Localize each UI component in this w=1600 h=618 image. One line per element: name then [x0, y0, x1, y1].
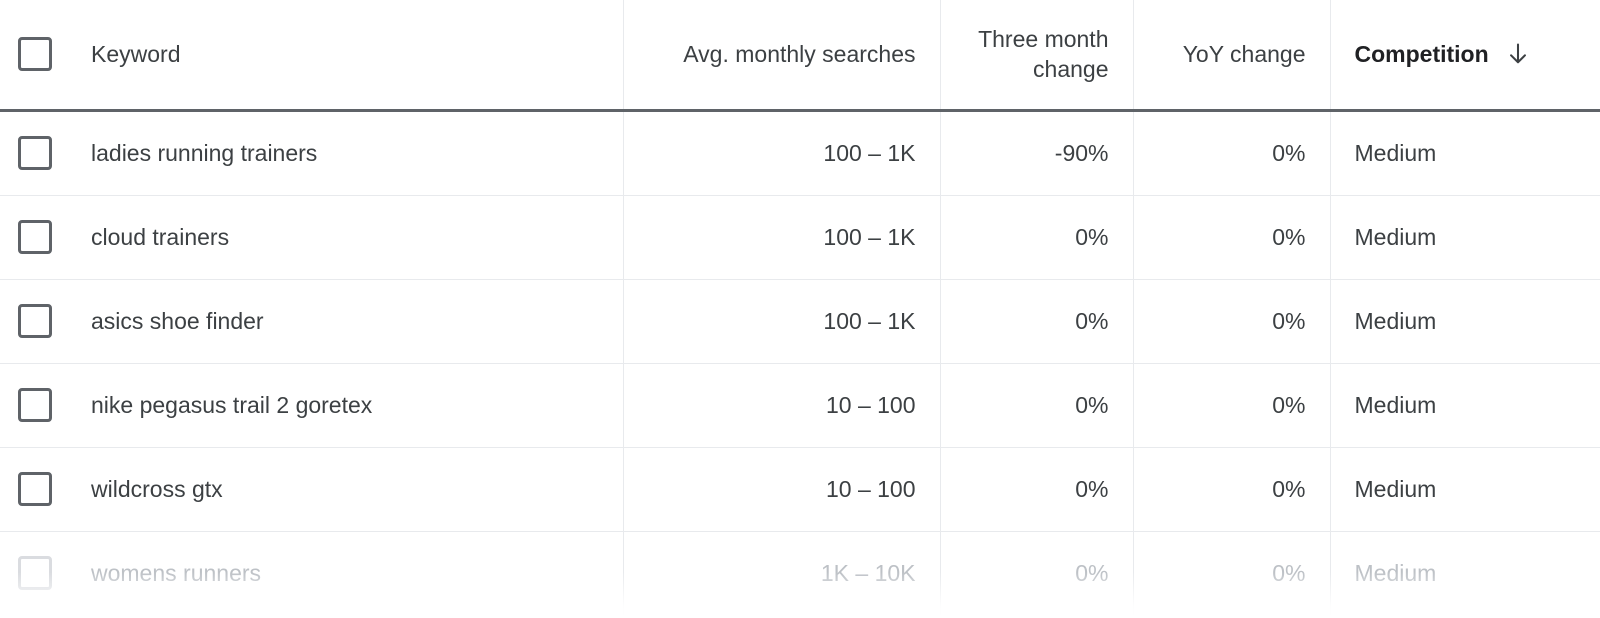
- table-body: ladies running trainers 100 – 1K -90% 0%…: [0, 110, 1600, 615]
- cell-three-month-change-value: 0%: [1075, 475, 1108, 503]
- column-header-keyword-label: Keyword: [91, 40, 180, 68]
- cell-yoy-change-value: 0%: [1272, 391, 1305, 419]
- cell-competition: Medium: [1330, 195, 1600, 279]
- table-row[interactable]: ladies running trainers 100 – 1K -90% 0%…: [0, 110, 1600, 195]
- cell-yoy-change-value: 0%: [1272, 223, 1305, 251]
- cell-keyword: cloud trainers: [0, 195, 623, 279]
- cell-avg-monthly-searches-value: 100 – 1K: [823, 307, 915, 335]
- cell-yoy-change: 0%: [1133, 531, 1330, 615]
- cell-keyword: asics shoe finder: [0, 279, 623, 363]
- cell-competition: Medium: [1330, 531, 1600, 615]
- cell-keyword-label: womens runners: [91, 559, 261, 587]
- keyword-results-table: Keyword Avg. monthly searches Three mont…: [0, 0, 1600, 616]
- table-row[interactable]: asics shoe finder 100 – 1K 0% 0% Medium: [0, 279, 1600, 363]
- cell-avg-monthly-searches-value: 100 – 1K: [823, 223, 915, 251]
- cell-avg-monthly-searches-value: 100 – 1K: [823, 139, 915, 167]
- column-header-competition[interactable]: Competition: [1330, 0, 1600, 110]
- cell-keyword-label: wildcross gtx: [91, 475, 223, 503]
- cell-yoy-change-value: 0%: [1272, 559, 1305, 587]
- cell-competition: Medium: [1330, 279, 1600, 363]
- cell-three-month-change: 0%: [940, 447, 1133, 531]
- column-header-yoy-change[interactable]: YoY change: [1133, 0, 1330, 110]
- table-row[interactable]: wildcross gtx 10 – 100 0% 0% Medium: [0, 447, 1600, 531]
- cell-avg-monthly-searches: 10 – 100: [623, 447, 940, 531]
- row-select-checkbox[interactable]: [18, 472, 52, 506]
- cell-three-month-change-value: 0%: [1075, 223, 1108, 251]
- cell-three-month-change-value: -90%: [1055, 139, 1109, 167]
- column-header-three-month-change-line2: change: [1033, 56, 1108, 82]
- cell-competition-value: Medium: [1355, 139, 1437, 167]
- cell-keyword: wildcross gtx: [0, 447, 623, 531]
- cell-yoy-change: 0%: [1133, 195, 1330, 279]
- cell-yoy-change-value: 0%: [1272, 475, 1305, 503]
- cell-three-month-change-value: 0%: [1075, 307, 1108, 335]
- arrow-downward-icon[interactable]: [1503, 39, 1533, 69]
- cell-yoy-change-value: 0%: [1272, 307, 1305, 335]
- column-header-keyword[interactable]: Keyword: [0, 0, 623, 110]
- cell-keyword: womens runners: [0, 531, 623, 615]
- row-select-checkbox[interactable]: [18, 136, 52, 170]
- cell-keyword: nike pegasus trail 2 goretex: [0, 363, 623, 447]
- cell-avg-monthly-searches: 100 – 1K: [623, 279, 940, 363]
- cell-competition-value: Medium: [1355, 307, 1437, 335]
- cell-three-month-change: 0%: [940, 531, 1133, 615]
- row-select-checkbox[interactable]: [18, 556, 52, 590]
- cell-yoy-change: 0%: [1133, 363, 1330, 447]
- cell-competition: Medium: [1330, 447, 1600, 531]
- cell-keyword-label: ladies running trainers: [91, 139, 317, 167]
- keyword-table-panel: Keyword Avg. monthly searches Three mont…: [0, 0, 1600, 618]
- cell-avg-monthly-searches-value: 1K – 10K: [821, 559, 916, 587]
- table-row[interactable]: nike pegasus trail 2 goretex 10 – 100 0%…: [0, 363, 1600, 447]
- column-header-avg-monthly-searches[interactable]: Avg. monthly searches: [623, 0, 940, 110]
- cell-three-month-change: -90%: [940, 110, 1133, 195]
- cell-three-month-change-value: 0%: [1075, 391, 1108, 419]
- cell-avg-monthly-searches-value: 10 – 100: [826, 475, 916, 503]
- cell-competition-value: Medium: [1355, 559, 1437, 587]
- cell-avg-monthly-searches: 10 – 100: [623, 363, 940, 447]
- column-header-yoy-change-label: YoY change: [1183, 40, 1306, 68]
- column-header-competition-label: Competition: [1355, 40, 1489, 68]
- cell-competition: Medium: [1330, 363, 1600, 447]
- table-header-row: Keyword Avg. monthly searches Three mont…: [0, 0, 1600, 110]
- row-select-checkbox[interactable]: [18, 220, 52, 254]
- column-header-three-month-change-label: Three month change: [965, 24, 1109, 84]
- column-header-avg-monthly-searches-label: Avg. monthly searches: [683, 40, 915, 68]
- cell-three-month-change: 0%: [940, 279, 1133, 363]
- table-row[interactable]: womens runners 1K – 10K 0% 0% Medium: [0, 531, 1600, 615]
- cell-keyword-label: cloud trainers: [91, 223, 229, 251]
- row-select-checkbox[interactable]: [18, 388, 52, 422]
- cell-three-month-change-value: 0%: [1075, 559, 1108, 587]
- cell-yoy-change: 0%: [1133, 110, 1330, 195]
- cell-yoy-change: 0%: [1133, 279, 1330, 363]
- table-row[interactable]: cloud trainers 100 – 1K 0% 0% Medium: [0, 195, 1600, 279]
- column-header-three-month-change[interactable]: Three month change: [940, 0, 1133, 110]
- cell-avg-monthly-searches-value: 10 – 100: [826, 391, 916, 419]
- cell-avg-monthly-searches: 1K – 10K: [623, 531, 940, 615]
- cell-keyword-label: nike pegasus trail 2 goretex: [91, 391, 372, 419]
- cell-competition-value: Medium: [1355, 223, 1437, 251]
- cell-competition-value: Medium: [1355, 391, 1437, 419]
- column-header-three-month-change-line1: Three month: [978, 26, 1108, 52]
- cell-avg-monthly-searches: 100 – 1K: [623, 110, 940, 195]
- cell-yoy-change-value: 0%: [1272, 139, 1305, 167]
- table-header: Keyword Avg. monthly searches Three mont…: [0, 0, 1600, 110]
- cell-keyword: ladies running trainers: [0, 110, 623, 195]
- select-all-checkbox[interactable]: [18, 37, 52, 71]
- cell-yoy-change: 0%: [1133, 447, 1330, 531]
- row-select-checkbox[interactable]: [18, 304, 52, 338]
- cell-competition-value: Medium: [1355, 475, 1437, 503]
- cell-competition: Medium: [1330, 110, 1600, 195]
- cell-three-month-change: 0%: [940, 195, 1133, 279]
- cell-three-month-change: 0%: [940, 363, 1133, 447]
- cell-keyword-label: asics shoe finder: [91, 307, 264, 335]
- cell-avg-monthly-searches: 100 – 1K: [623, 195, 940, 279]
